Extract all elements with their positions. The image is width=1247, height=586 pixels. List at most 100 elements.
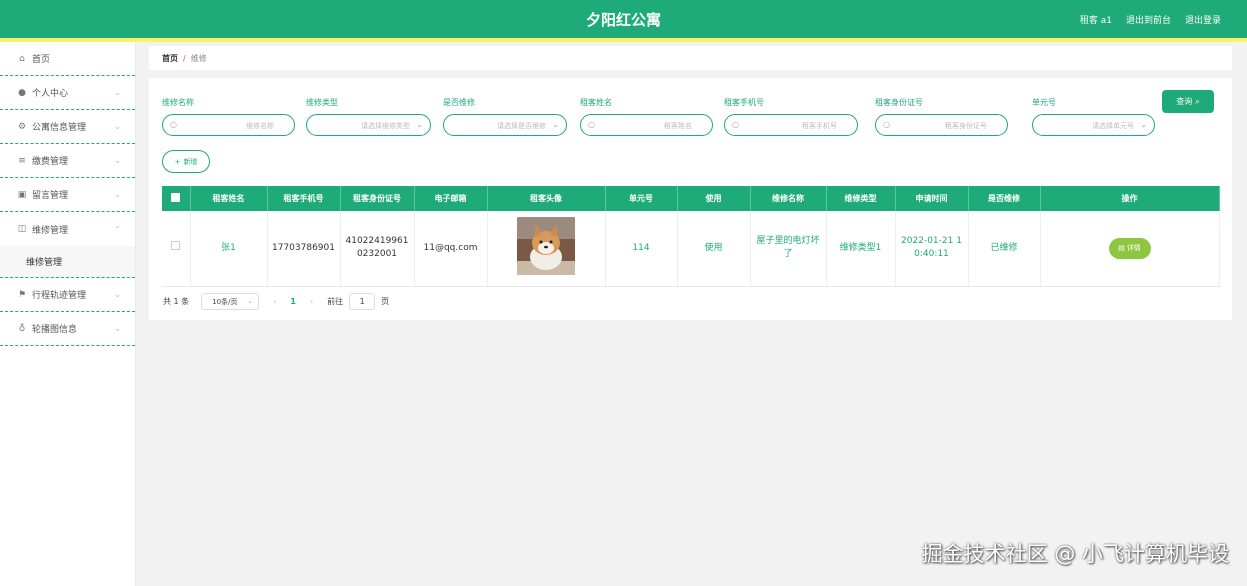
breadcrumb-separator: / [183, 53, 186, 63]
search-icon: ○ [170, 120, 177, 129]
label-is-repaired: 是否维修 [443, 98, 475, 107]
total-count: 共 1 条 [163, 297, 190, 306]
col-header: 电子邮箱 [414, 186, 488, 211]
sidebar-item-label: 首页 [32, 55, 51, 65]
submenu-item-repair-management[interactable]: 维修管理 [0, 246, 135, 278]
cell-repair-name: 屋子里的电灯坏了 [750, 211, 827, 287]
tenant-name-input[interactable]: ○ 租客姓名 [580, 114, 713, 136]
top-header: 夕阳红公寓 租客 a1 退出到前台 退出登录 [0, 0, 1247, 38]
sidebar-item-label: 维修管理 [32, 225, 69, 236]
sidebar-item-trajectory[interactable]: ⚑ 行程轨迹管理 ⌄ [0, 278, 135, 312]
add-button[interactable]: + 新增 [162, 150, 210, 173]
breadcrumb-home[interactable]: 首页 [162, 53, 178, 64]
label-tenant-phone: 租客手机号 [724, 98, 764, 107]
page-unit-label: 页 [381, 297, 390, 306]
cell-unit-number: 114 [605, 211, 678, 287]
row-checkbox[interactable] [162, 211, 191, 287]
main-panel: 维修名称 维修类型 是否维修 租客姓名 租客手机号 租客身份证号 单元号 ○ 维… [149, 78, 1232, 320]
next-page-button[interactable]: › [310, 297, 313, 306]
chevron-down-icon: ⌄ [247, 297, 254, 305]
user-icon: ● [18, 87, 26, 98]
col-header: 维修名称 [750, 186, 827, 211]
label-tenant-id: 租客身份证号 [875, 98, 923, 107]
trash-icon: ▣ [17, 189, 27, 200]
current-page[interactable]: 1 [290, 297, 296, 306]
sidebar-item-label: 个人中心 [32, 89, 69, 99]
cell-repaired-status: 已维修 [968, 211, 1041, 287]
tenant-phone-input[interactable]: ○ 租客手机号 [724, 114, 858, 136]
sidebar-item-payment[interactable]: ≡ 缴费管理 ⌄ [0, 144, 135, 178]
repair-table: 租客姓名 租客手机号 租客身份证号 电子邮箱 租客头像 单元号 使用 维修名称 … [162, 186, 1220, 287]
logout-link[interactable]: 退出登录 [1185, 13, 1221, 26]
sidebar-item-repair[interactable]: ◫ 维修管理 ⌃ [0, 212, 135, 246]
col-header: 使用 [677, 186, 751, 211]
cell-actions: ▤ 详情 [1040, 211, 1220, 287]
chevron-down-icon: ⌄ [114, 290, 121, 299]
app-title: 夕阳红公寓 [585, 11, 661, 29]
select-all-checkbox[interactable] [162, 186, 191, 211]
label-repair-type: 维修类型 [306, 98, 338, 107]
chevron-up-icon: ⌃ [114, 224, 121, 234]
cell-avatar [487, 211, 606, 287]
repair-type-select[interactable]: 请选择维修类型 ⌄ [306, 114, 431, 136]
chevron-down-icon: ⌄ [114, 324, 121, 333]
col-header: 租客手机号 [267, 186, 341, 211]
cell-tenant-name: 张1 [190, 211, 268, 287]
is-repaired-select[interactable]: 请选择是否维修 ⌄ [443, 114, 567, 136]
sidebar-item-messages[interactable]: ▣ 留言管理 ⌄ [0, 178, 135, 212]
cell-email: 11@qq.com [414, 211, 488, 287]
watermark: 掘金技术社区 @ 小飞计算机毕设 [921, 542, 1229, 566]
prev-page-button[interactable]: ‹ [273, 297, 276, 306]
header-actions: 租客 a1 退出到前台 退出登录 [1080, 13, 1221, 26]
sidebar-item-home[interactable]: ⌂ 首页 [0, 42, 135, 76]
tenant-id-input[interactable]: ○ 租客身份证号 [875, 114, 1008, 136]
goto-label: 前往 [327, 297, 344, 306]
sidebar-item-apartment-info[interactable]: ⚙ 公寓信息管理 ⌄ [0, 110, 135, 144]
col-header: 租客身份证号 [340, 186, 415, 211]
home-icon: ⌂ [19, 53, 25, 64]
chevron-down-icon: ⌄ [114, 122, 121, 131]
sidebar-item-label: 行程轨迹管理 [32, 291, 87, 301]
sidebar-item-label: 留言管理 [32, 191, 69, 201]
table-header-row: 租客姓名 租客手机号 租客身份证号 电子邮箱 租客头像 单元号 使用 维修名称 … [162, 186, 1220, 211]
detail-button[interactable]: ▤ 详情 [1108, 237, 1151, 259]
search-icon: ○ [732, 120, 739, 129]
chevron-down-icon: ⌄ [114, 88, 121, 97]
col-header: 申请时间 [895, 186, 969, 211]
col-header: 是否维修 [968, 186, 1041, 211]
chevron-down-icon: ⌄ [114, 190, 121, 199]
chevron-down-icon: ⌄ [114, 156, 121, 165]
chevron-down-icon: ⌄ [416, 120, 423, 129]
col-header: 租客头像 [487, 186, 606, 211]
sidebar-item-carousel[interactable]: ♁ 轮播图信息 ⌄ [0, 312, 135, 346]
current-user: 租客 a1 [1079, 16, 1112, 26]
search-icon: ○ [588, 120, 595, 129]
search-icon: ○ [883, 120, 890, 129]
chevron-down-icon: ⌄ [552, 120, 559, 129]
cell-repair-type: 维修类型1 [826, 211, 896, 287]
cell-tenant-id: 410224199610232001 [340, 211, 415, 287]
sidebar-item-personal-center[interactable]: ● 个人中心 ⌄ [0, 76, 135, 110]
back-to-front-link[interactable]: 退出到前台 [1126, 13, 1171, 26]
plus-icon: + [174, 157, 181, 166]
col-header: 维修类型 [826, 186, 896, 211]
label-tenant-name: 租客姓名 [580, 98, 612, 107]
col-header: 操作 [1040, 186, 1220, 211]
col-header: 单元号 [605, 186, 678, 211]
page-size-select[interactable]: 10条/页 ⌄ [201, 293, 260, 310]
document-icon: ▤ [1118, 243, 1125, 252]
pagination: 共 1 条 10条/页 ⌄ ‹ 1 › 前往 1 页 [163, 293, 389, 310]
list-icon: ≡ [18, 155, 26, 166]
copy-icon: ◫ [17, 224, 27, 234]
sidebar: ⌂ 首页 ● 个人中心 ⌄ ⚙ 公寓信息管理 ⌄ ≡ 缴费管理 ⌄ ▣ 留言管理… [0, 42, 136, 586]
unit-number-select[interactable]: 请选择单元号 ⌄ [1032, 114, 1155, 136]
settings-icon: ⚙ [17, 121, 27, 132]
cell-apply-time: 2022-01-21 10:40:11 [895, 211, 969, 287]
breadcrumb: 首页 / 维修 [149, 46, 1232, 70]
goto-page-input[interactable]: 1 [349, 293, 376, 310]
label-repair-name: 维修名称 [162, 98, 194, 107]
query-button[interactable]: 查询 ⌕ [1162, 90, 1214, 113]
table-row: 张1 17703786901 410224199610232001 11@qq.… [162, 211, 1220, 287]
sidebar-item-label: 公寓信息管理 [32, 123, 87, 133]
repair-name-input[interactable]: ○ 维修名称 [162, 114, 295, 136]
